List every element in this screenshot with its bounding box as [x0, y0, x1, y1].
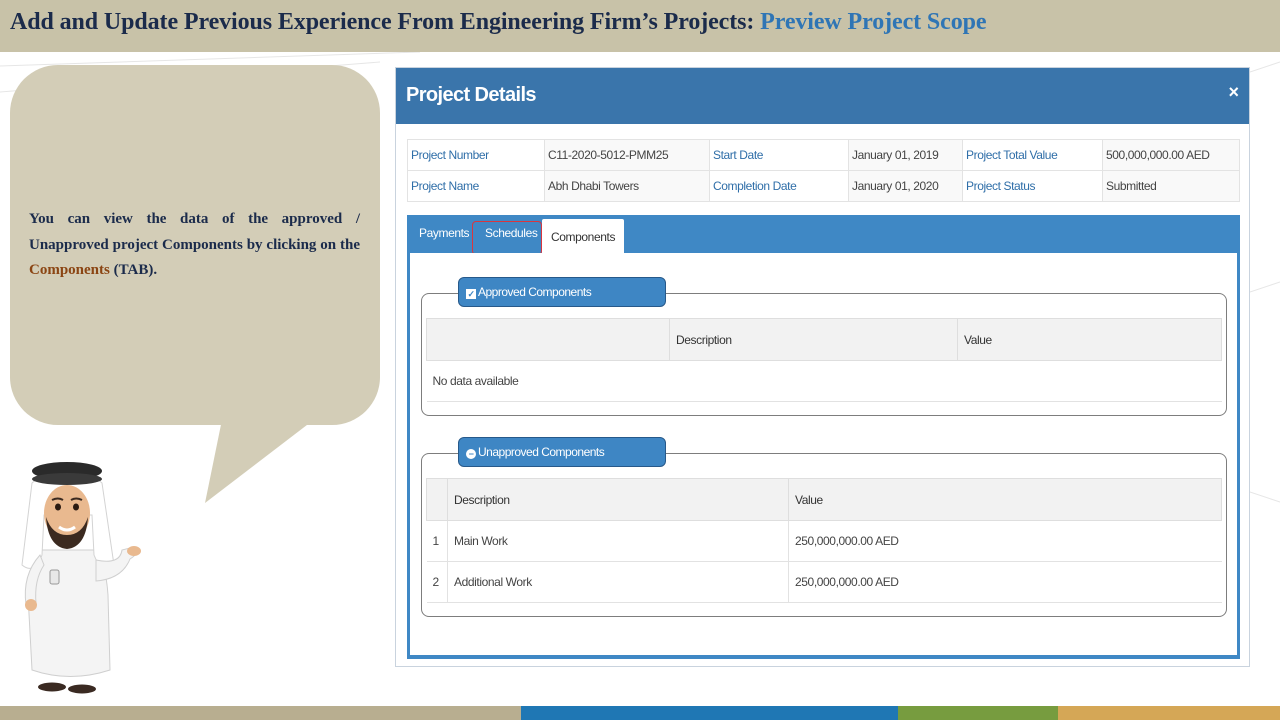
info-row-1: Project Number C11-2020-5012-PMM25 Start… — [407, 139, 1240, 171]
close-icon[interactable]: × — [1228, 82, 1239, 103]
unapproved-components-legend[interactable]: − Unapproved Components — [458, 437, 666, 467]
schedules-tab-highlight — [472, 221, 542, 255]
unapproved-components-fieldset: − Unapproved Components Description Value… — [421, 437, 1227, 617]
footer-strip-segment-2 — [521, 706, 898, 720]
approved-components-legend-label: Approved Components — [478, 285, 592, 299]
unapproved-col-number — [426, 478, 448, 521]
row-number: 1 — [426, 520, 448, 562]
tab-payments[interactable]: Payments — [419, 226, 470, 240]
presenter-character-illustration — [21, 462, 141, 694]
footer-strip-segment-1 — [0, 706, 521, 720]
tabs-panel: Payments Schedules Components ✓ Approved … — [407, 215, 1240, 659]
row-value: 250,000,000.00 AED — [788, 561, 1222, 603]
row-value: 250,000,000.00 AED — [788, 520, 1222, 562]
completion-date-label: Completion Date — [709, 170, 849, 202]
project-total-value: 500,000,000.00 AED — [1102, 139, 1240, 171]
instruction-text-part1: You can view the data of the approved / … — [29, 211, 360, 253]
project-total-value-label: Project Total Value — [962, 139, 1103, 171]
check-square-icon: ✓ — [466, 289, 476, 299]
start-date-label: Start Date — [709, 139, 849, 171]
row-number: 2 — [426, 561, 448, 603]
project-number-label: Project Number — [407, 139, 545, 171]
approved-col-description[interactable]: Description — [669, 318, 958, 361]
approved-col-blank — [426, 318, 670, 361]
tabs-row: Payments Schedules Components — [407, 215, 1240, 255]
project-name-value: Abh Dhabi Towers — [544, 170, 710, 202]
instruction-text: You can view the data of the approved / … — [29, 207, 360, 284]
project-status-value: Submitted — [1102, 170, 1240, 202]
tab-components[interactable]: Components — [542, 219, 625, 253]
project-details-modal: Project Details × Project Number C11-202… — [395, 67, 1250, 667]
approved-header-row: Description Value — [426, 318, 1222, 361]
table-row: 1 Main Work 250,000,000.00 AED — [426, 520, 1222, 562]
approved-col-value[interactable]: Value — [957, 318, 1222, 361]
project-status-label: Project Status — [962, 170, 1103, 202]
approved-empty-row: No data available — [426, 360, 1222, 402]
unapproved-components-legend-label: Unapproved Components — [478, 445, 605, 459]
table-row: 2 Additional Work 250,000,000.00 AED — [426, 561, 1222, 603]
slide-title-accent: Preview Project Scope — [760, 9, 987, 35]
unapproved-components-table: Description Value 1 Main Work 250,000,00… — [426, 478, 1222, 603]
project-name-label: Project Name — [407, 170, 545, 202]
unapproved-col-description[interactable]: Description — [447, 478, 789, 521]
approved-components-legend[interactable]: ✓ Approved Components — [458, 277, 666, 307]
row-description: Additional Work — [447, 561, 789, 603]
approved-components-table: Description Value No data available — [426, 318, 1222, 402]
completion-date-value: January 01, 2020 — [848, 170, 963, 202]
modal-title: Project Details — [406, 84, 537, 106]
project-info-table: Project Number C11-2020-5012-PMM25 Start… — [407, 139, 1240, 202]
minus-circle-icon: − — [466, 449, 476, 459]
components-tab-content: ✓ Approved Components Description Value N… — [410, 253, 1237, 655]
start-date-value: January 01, 2019 — [848, 139, 963, 171]
row-description: Main Work — [447, 520, 789, 562]
instruction-keyword: Components — [29, 262, 110, 278]
instruction-text-part2: (TAB). — [109, 262, 158, 278]
modal-header: Project Details × — [396, 68, 1249, 124]
info-row-2: Project Name Abh Dhabi Towers Completion… — [407, 170, 1240, 202]
unapproved-header-row: Description Value — [426, 478, 1222, 521]
approved-components-fieldset: ✓ Approved Components Description Value N… — [421, 277, 1227, 416]
project-number-value: C11-2020-5012-PMM25 — [544, 139, 710, 171]
approved-empty-message: No data available — [426, 360, 1222, 402]
footer-strip-segment-3 — [898, 706, 1058, 720]
footer-strip-segment-4 — [1058, 706, 1280, 720]
unapproved-col-value[interactable]: Value — [788, 478, 1222, 521]
